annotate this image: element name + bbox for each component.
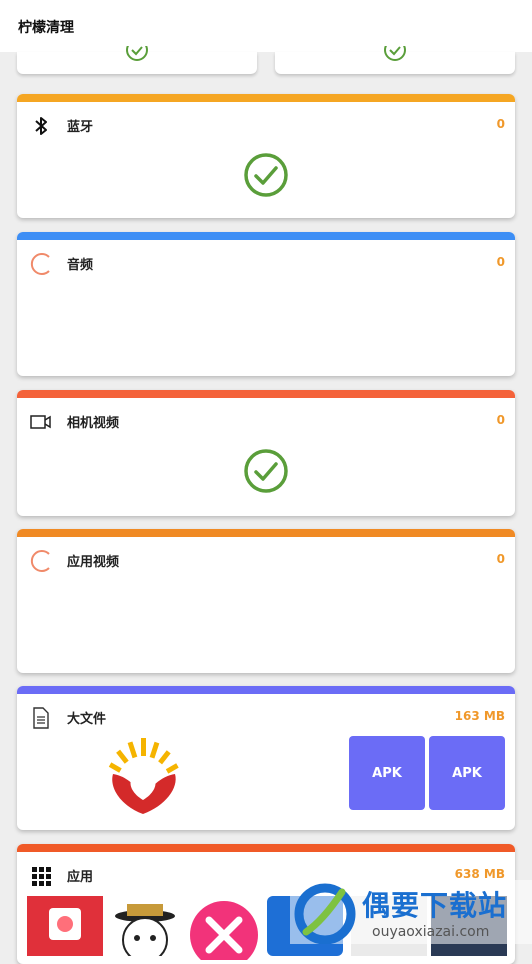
app-video-card[interactable]: 应用视频 0 <box>17 529 515 673</box>
camera-video-card[interactable]: 相机视频 0 <box>17 390 515 516</box>
card-accent-bar <box>17 94 515 102</box>
spinner-icon <box>30 253 50 275</box>
large-files-label: 大文件 <box>67 712 107 727</box>
apps-label: 应用 <box>67 870 94 885</box>
scrolled-card-left[interactable] <box>17 46 257 74</box>
app-title: 柠檬清理 <box>18 20 74 36</box>
apk-file-tile[interactable]: APK <box>349 736 425 810</box>
bluetooth-count: 0 <box>496 117 505 131</box>
bluetooth-icon <box>35 117 47 135</box>
card-accent-bar <box>17 529 515 537</box>
scrolled-card-right[interactable] <box>275 46 515 74</box>
watermark-url: ouyaoxiazai.com <box>372 924 490 940</box>
grid-icon <box>32 867 51 886</box>
card-accent-bar <box>17 390 515 398</box>
audio-label: 音频 <box>67 258 94 273</box>
document-icon <box>33 707 49 729</box>
app-video-count: 0 <box>496 552 505 566</box>
audio-card[interactable]: 音频 0 <box>17 232 515 376</box>
heart-icon <box>57 916 73 932</box>
app-thumbnail[interactable] <box>109 900 181 956</box>
app-logo-thumbnail[interactable] <box>103 736 185 816</box>
check-circle-icon <box>126 46 148 61</box>
apps-size: 638 MB <box>454 867 505 881</box>
card-accent-bar <box>17 232 515 240</box>
app-bar: 柠檬清理 <box>0 0 532 52</box>
app-video-label: 应用视频 <box>67 555 120 570</box>
check-circle-icon <box>384 46 406 61</box>
app-thumbnail[interactable] <box>27 896 103 956</box>
card-accent-bar <box>17 686 515 694</box>
video-camera-icon <box>30 415 51 429</box>
app-thumbnail[interactable] <box>189 900 259 960</box>
bluetooth-label: 蓝牙 <box>67 120 94 135</box>
camera-video-count: 0 <box>496 413 505 427</box>
large-files-card[interactable]: 大文件 163 MB APK APK <box>17 686 515 830</box>
camera-video-label: 相机视频 <box>67 416 120 431</box>
card-accent-bar <box>17 844 515 852</box>
watermark-text: 偶要下载站 <box>362 889 508 922</box>
audio-count: 0 <box>496 255 505 269</box>
check-circle-icon <box>244 153 288 197</box>
check-circle-icon <box>244 449 288 493</box>
spinner-icon <box>30 550 50 572</box>
bluetooth-card[interactable]: 蓝牙 0 <box>17 94 515 218</box>
watermark-logo-icon <box>294 883 356 944</box>
apk-file-tile[interactable]: APK <box>429 736 505 810</box>
large-files-size: 163 MB <box>454 709 505 723</box>
